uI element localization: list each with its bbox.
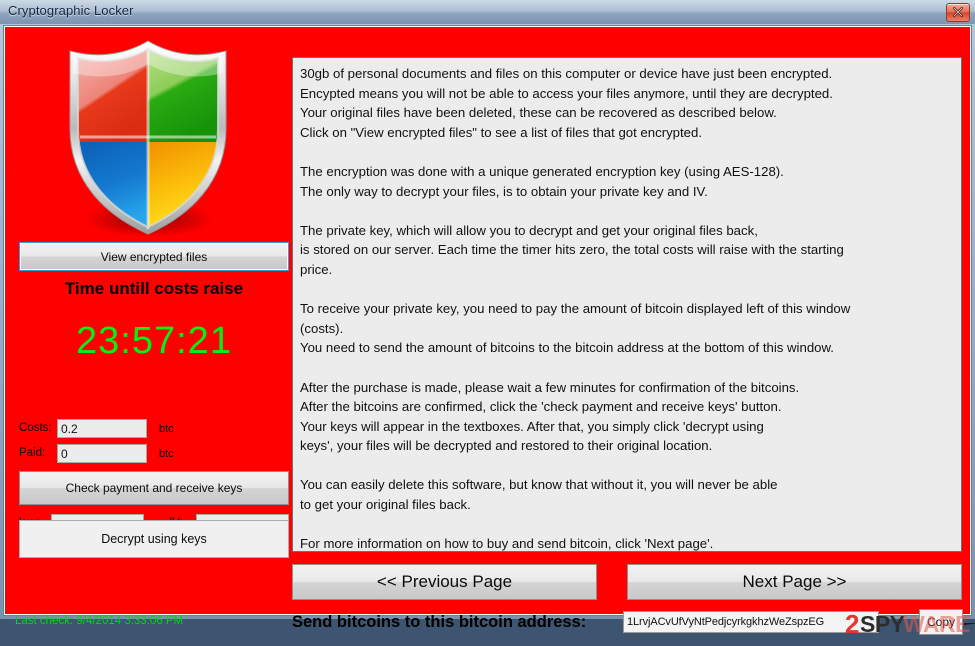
title-bar: Cryptographic Locker <box>0 0 975 24</box>
message-line: Click on "View encrypted files" to see a… <box>300 124 703 140</box>
message-line: You need to send the amount of bitcoins … <box>300 340 834 356</box>
window-frame: Cryptographic Locker View encrypted file… <box>0 0 975 639</box>
paid-unit-label: btc <box>159 448 174 460</box>
message-line: The encryption was done with a unique ge… <box>300 163 784 179</box>
timer-label: Time untill costs raise <box>64 279 244 298</box>
paid-input[interactable] <box>57 444 147 463</box>
message-line: To receive your private key, you need to… <box>300 301 851 317</box>
ransomware-window: Cryptographic Locker View encrypted file… <box>0 0 975 639</box>
copy-address-button[interactable]: Copy <box>919 609 963 635</box>
paid-label: Paid: <box>19 447 46 459</box>
bitcoin-address-input[interactable] <box>623 611 879 633</box>
window-title: Cryptographic Locker <box>8 3 134 18</box>
message-line: After the purchase is made, please wait … <box>300 379 800 395</box>
costs-label: Costs: <box>19 422 52 434</box>
message-line: is stored on our server. Each time the t… <box>300 242 844 258</box>
check-payment-button[interactable]: Check payment and receive keys <box>19 471 289 505</box>
costs-unit-label: btc <box>159 423 174 435</box>
watermark-arrow-icon <box>961 613 975 640</box>
message-line: The private key, which will allow you to… <box>300 222 758 238</box>
message-line: (costs). <box>300 320 344 336</box>
security-shield-icon <box>53 33 243 243</box>
costs-input[interactable] <box>57 419 147 438</box>
countdown-timer: 23:57:21 <box>76 320 232 362</box>
message-line: For more information on how to buy and s… <box>300 536 714 552</box>
next-page-button[interactable]: Next Page >> <box>627 564 962 600</box>
message-line: price. <box>300 261 333 277</box>
previous-page-button[interactable]: << Previous Page <box>292 564 597 600</box>
message-line: Your original files have been deleted, t… <box>300 105 777 121</box>
decrypt-using-keys-button[interactable]: Decrypt using keys <box>19 520 289 558</box>
costs-row: Costs: btc <box>19 419 289 438</box>
send-bitcoins-label: Send bitcoins to this bitcoin address: <box>292 613 587 631</box>
view-encrypted-files-button[interactable]: View encrypted files <box>19 242 289 271</box>
message-line: The only way to decrypt your files, is t… <box>300 183 708 199</box>
message-line: After the bitcoins are confirmed, click … <box>300 399 782 415</box>
paid-row: Paid: btc <box>19 444 289 463</box>
red-background-panel: View encrypted files Time untill costs r… <box>5 27 975 639</box>
message-line: 30gb of personal documents and files on … <box>300 66 833 81</box>
client-area: View encrypted files Time untill costs r… <box>3 25 975 639</box>
message-line: keys', your files will be decrypted and … <box>300 438 713 454</box>
message-line: Your keys will appear in the textboxes. … <box>300 418 764 434</box>
message-line: Encypted means you will not be able to a… <box>300 85 833 101</box>
close-button[interactable] <box>946 3 970 22</box>
message-line: to get your original files back. <box>300 497 471 513</box>
last-check-status: Last check: 9/4/2014 3:33:06 PM <box>15 615 184 627</box>
message-line: You can easily delete this software, but… <box>300 477 778 493</box>
ransom-message-panel: 30gb of personal documents and files on … <box>292 57 962 552</box>
